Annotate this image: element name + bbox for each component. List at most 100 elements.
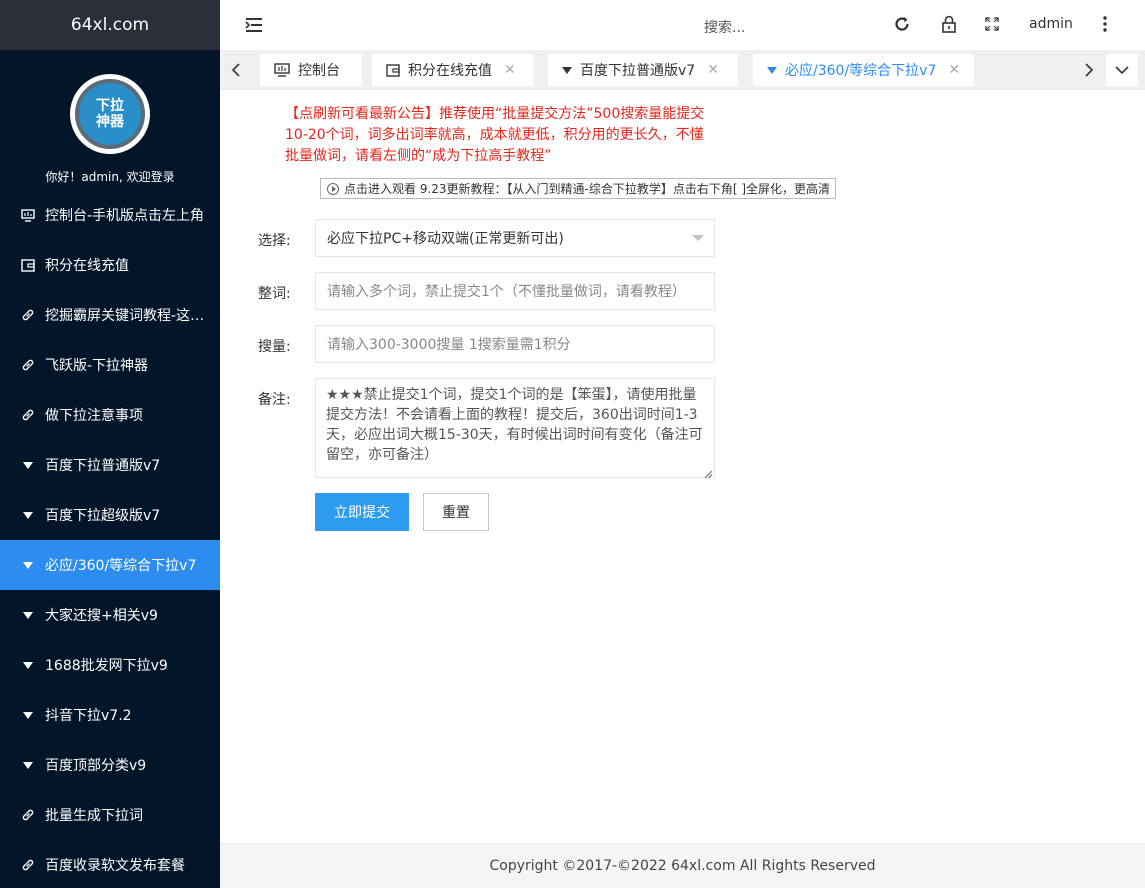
tab-label: 控制台 [298,63,340,79]
sidebar-item-keyword-tutorial[interactable]: 挖掘霸屏关键词教程-这个一定要学 [0,290,220,340]
sidebar-item-label: 飞跃版-下拉神器 [45,358,149,374]
announcement-text: 【点刷新可看最新公告】推荐使用“批量提交方法”500搜索量能提交10-20个词，… [285,106,705,164]
tab-menu-chevron-down-icon[interactable] [1106,54,1138,86]
sidebar-item-bing-360[interactable]: 必应/360/等综合下拉v7 [0,540,220,590]
sidebar-menu: 控制台-手机版点击左上角 积分在线充值 挖掘霸屏关键词教程-这个一定要学 飞跃版… [0,190,220,888]
triangle-down-icon [20,457,36,473]
sidebar-item-label: 抖音下拉v7.2 [45,708,132,724]
copyright-text: Copyright ©2017-©2022 64xl.com All Right… [489,858,876,874]
tab-bar: 控制台 积分在线充值 ✕ 百度下拉普通版v7 ✕ 必应/360/等综合下拉v7 … [220,50,1145,90]
wallet-icon [20,257,36,273]
fullscreen-icon[interactable] [982,14,1002,34]
triangle-down-icon [20,557,36,573]
sidebar-item-baidu-top[interactable]: 百度顶部分类v9 [0,740,220,790]
footer: Copyright ©2017-©2022 64xl.com All Right… [220,843,1145,888]
tab-scroll-left-icon[interactable] [220,54,252,86]
link-icon [20,307,36,323]
resize-handle-icon[interactable] [704,467,713,479]
triangle-down-icon [767,66,777,74]
sidebar-item-1688[interactable]: 1688批发网下拉v9 [0,640,220,690]
sidebar-item-label: 1688批发网下拉v9 [45,658,168,674]
tab-scroll-right-icon[interactable] [1073,54,1105,86]
remark-label: 备注: [258,392,291,408]
menu-toggle-icon[interactable] [244,15,264,35]
triangle-down-icon [20,657,36,673]
volume-label: 搜量: [258,339,291,355]
engine-select-value: 必应下拉PC+移动双端(正常更新可出) [327,231,564,247]
link-icon [20,857,36,873]
sidebar-item-label: 积分在线充值 [45,258,129,274]
brand-logo[interactable]: 64xl.com [0,0,220,50]
sidebar-item-console[interactable]: 控制台-手机版点击左上角 [0,190,220,240]
volume-input[interactable]: 请输入300-3000搜量 1搜索量需1积分 [315,325,715,363]
avatar-text-line2: 神器 [96,114,124,130]
tab-recharge[interactable]: 积分在线充值 ✕ [372,54,533,86]
user-name[interactable]: admin [1029,16,1073,32]
close-icon[interactable]: ✕ [948,62,960,78]
triangle-down-icon [20,507,36,523]
triangle-down-icon [20,707,36,723]
close-icon[interactable]: ✕ [504,62,516,78]
words-input[interactable]: 请输入多个词，禁止提交1个（不懂批量做词，请看教程） [315,272,715,310]
select-label: 选择: [258,233,291,249]
lock-icon[interactable] [939,14,959,34]
words-label: 整词: [258,286,291,302]
close-icon[interactable]: ✕ [707,62,719,78]
tutorial-link[interactable]: 点击进入观看 9.23更新教程：【从入门到精通-综合下拉教学】点击右下角[ ]全… [320,178,836,199]
top-header: 搜索... admin [220,0,1145,50]
monitor-icon [274,63,290,77]
triangle-down-icon [562,66,572,74]
sidebar-item-douyin[interactable]: 抖音下拉v7.2 [0,690,220,740]
sidebar-item-feiyue[interactable]: 飞跃版-下拉神器 [0,340,220,390]
avatar-text-line1: 下拉 [96,98,124,114]
sidebar-item-notes[interactable]: 做下拉注意事项 [0,390,220,440]
sidebar-item-label: 挖掘霸屏关键词教程-这个一定要学 [45,308,205,324]
refresh-icon[interactable] [892,14,912,34]
welcome-text: 你好！admin, 欢迎登录 [45,170,175,184]
avatar[interactable]: 下拉 神器 [70,74,150,154]
words-placeholder: 请输入多个词，禁止提交1个（不懂批量做词，请看教程） [327,284,686,300]
submit-button[interactable]: 立即提交 [315,493,409,531]
sidebar-item-label: 百度顶部分类v9 [45,758,147,774]
more-vertical-icon[interactable] [1095,14,1115,34]
sidebar-item-label: 控制台-手机版点击左上角 [45,208,205,224]
sidebar-item-baidu-article[interactable]: 百度收录软文发布套餐 [0,840,220,888]
avatar-logo: 下拉 神器 [75,79,145,149]
link-icon [20,357,36,373]
tab-baidu-normal[interactable]: 百度下拉普通版v7 ✕ [548,54,738,86]
sidebar-item-label: 做下拉注意事项 [45,408,143,424]
tab-divider [220,89,1145,90]
play-icon [327,182,339,195]
link-icon [20,407,36,423]
sidebar-item-recharge[interactable]: 积分在线充值 [0,240,220,290]
sidebar-item-label: 百度收录软文发布套餐 [45,858,185,874]
tab-bing-360[interactable]: 必应/360/等综合下拉v7 ✕ [753,54,974,86]
sidebar-item-baidu-normal[interactable]: 百度下拉普通版v7 [0,440,220,490]
monitor-icon [20,207,36,223]
tab-label: 百度下拉普通版v7 [580,63,696,79]
sidebar-item-label: 批量生成下拉词 [45,808,143,824]
sidebar-item-label: 百度下拉超级版v7 [45,508,161,524]
wallet-icon [386,63,400,77]
sidebar-item-related[interactable]: 大家还搜+相关v9 [0,590,220,640]
tab-label: 积分在线充值 [408,63,492,79]
triangle-down-icon [20,757,36,773]
link-icon [20,807,36,823]
sidebar-item-label: 大家还搜+相关v9 [45,608,158,624]
reset-button[interactable]: 重置 [423,493,489,531]
sidebar-item-label: 必应/360/等综合下拉v7 [45,558,197,574]
tutorial-text: 点击进入观看 9.23更新教程：【从入门到精通-综合下拉教学】点击右下角[ ]全… [344,182,831,196]
engine-select[interactable]: 必应下拉PC+移动双端(正常更新可出) [315,219,715,257]
tab-console[interactable]: 控制台 [260,54,362,86]
sidebar-item-label: 百度下拉普通版v7 [45,458,161,474]
triangle-down-icon [20,607,36,623]
brand-name: 64xl.com [70,15,150,35]
sidebar-item-batch-generate[interactable]: 批量生成下拉词 [0,790,220,840]
sidebar-item-baidu-super[interactable]: 百度下拉超级版v7 [0,490,220,540]
user-profile: 下拉 神器 你好！admin, 欢迎登录 [0,50,220,190]
remark-textarea[interactable]: ★★★禁止提交1个词，提交1个词的是【笨蛋】，请使用批量提交方法！不会请看上面的… [315,378,715,478]
search-input[interactable]: 搜索... [704,17,745,37]
volume-placeholder: 请输入300-3000搜量 1搜索量需1积分 [327,337,571,353]
tab-label: 必应/360/等综合下拉v7 [785,63,937,79]
sidebar: 64xl.com 下拉 神器 你好！admin, 欢迎登录 控制台-手机版点击左… [0,0,220,888]
